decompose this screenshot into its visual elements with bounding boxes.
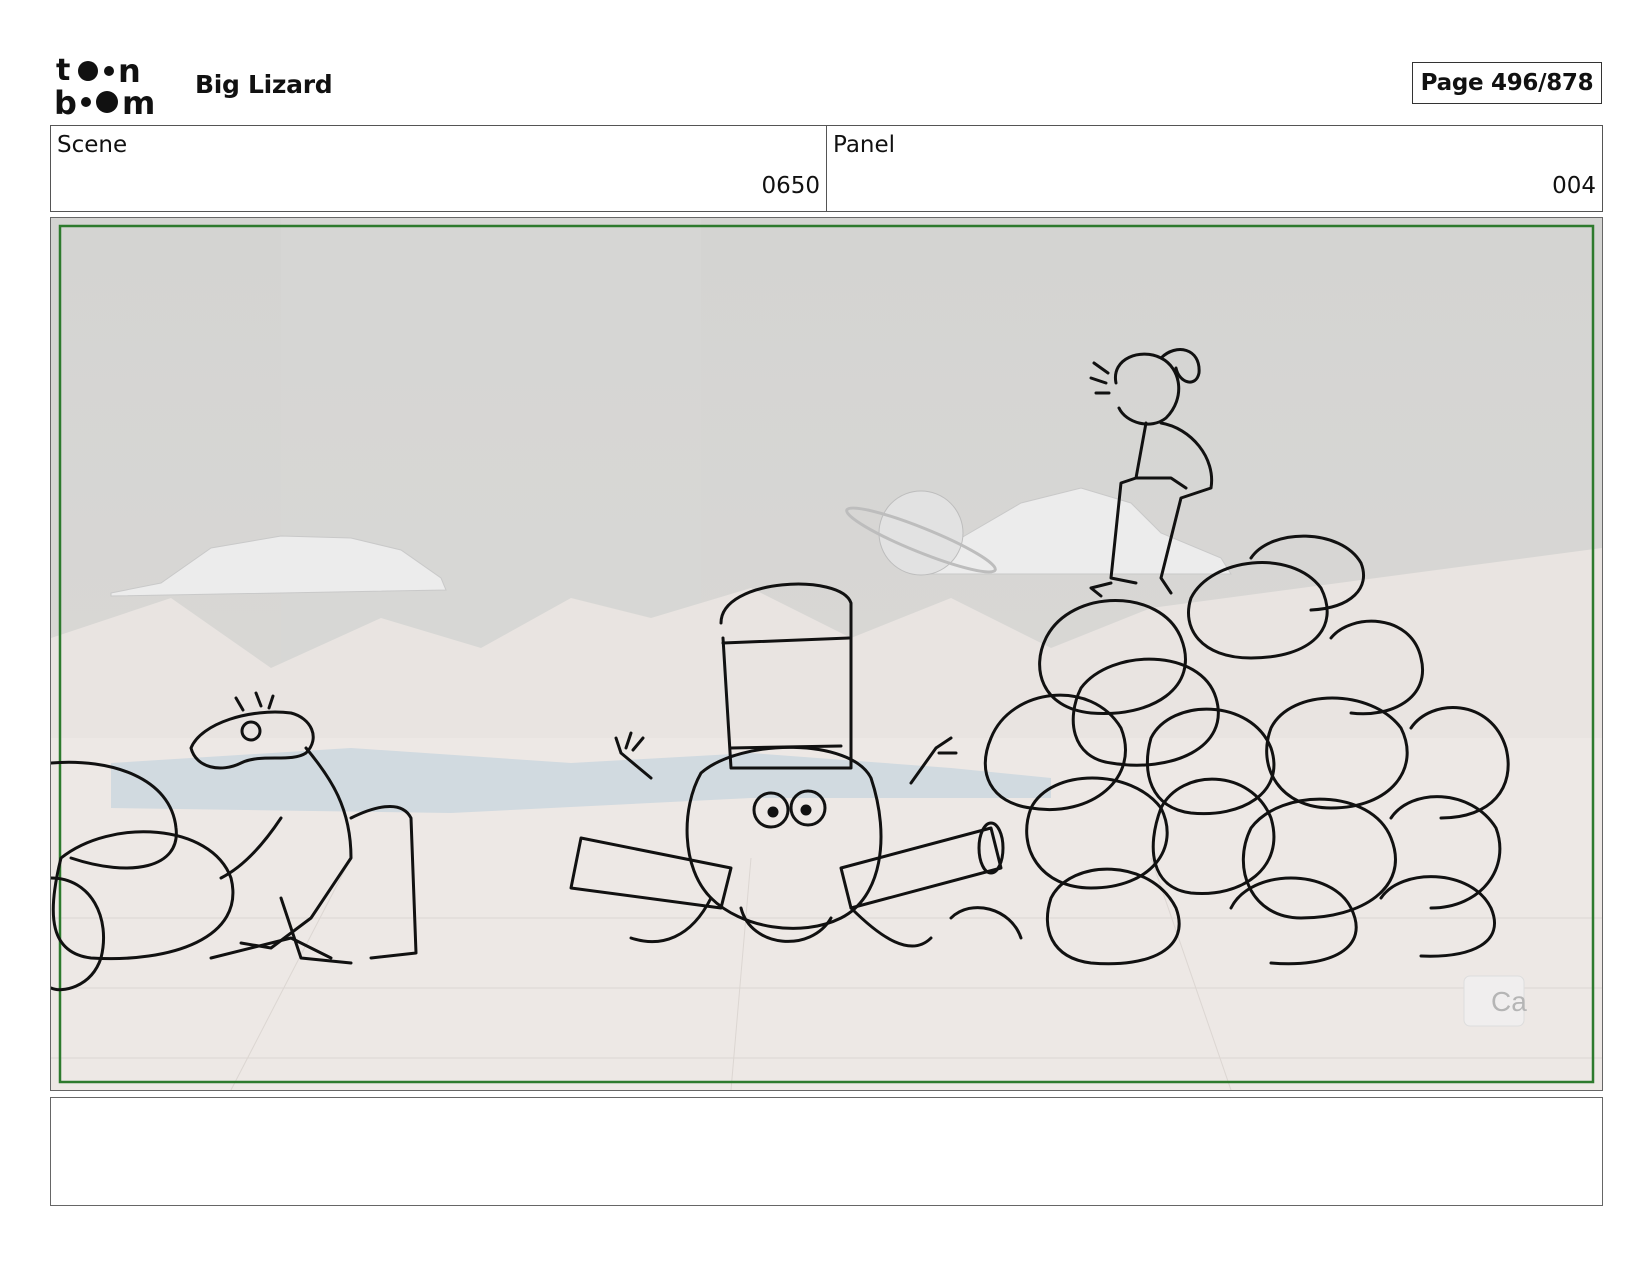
panel-partial-text: Ca (1491, 986, 1527, 1017)
svg-text:m: m (122, 84, 155, 116)
panel-cell: Panel 004 (826, 126, 1602, 211)
page-counter: Page 496/878 (1412, 62, 1602, 104)
toon-boom-logo: t n b m (54, 52, 172, 122)
svg-text:t: t (56, 54, 70, 88)
storyboard-drawing: Ca (51, 218, 1602, 1090)
project-title: Big Lizard (195, 70, 333, 99)
storyboard-panel: Ca (50, 217, 1603, 1091)
scene-cell: Scene 0650 (51, 126, 826, 211)
scene-panel-info: Scene 0650 Panel 004 (50, 125, 1603, 212)
scene-label: Scene (57, 132, 128, 158)
panel-number: 004 (1552, 173, 1596, 199)
scene-number: 0650 (761, 173, 820, 199)
caption-box (50, 1097, 1603, 1206)
svg-text:b: b (54, 84, 77, 116)
panel-label: Panel (833, 132, 896, 158)
